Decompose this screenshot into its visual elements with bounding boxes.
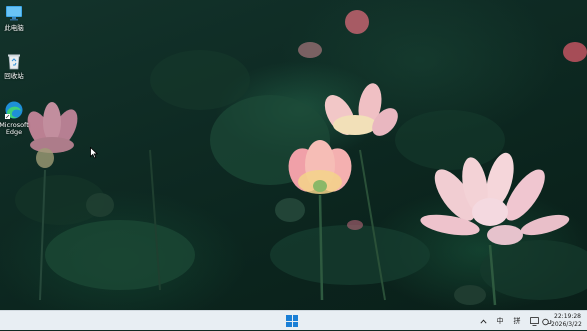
input-mode-indicator[interactable]: 中 — [492, 316, 508, 326]
recycle-bin-icon — [4, 51, 24, 71]
taskbar: 中 拼 22:19:28 2026/3/22 — [0, 310, 587, 330]
clock[interactable]: 22:19:28 2026/3/22 — [551, 313, 582, 329]
edge-icon — [4, 100, 24, 120]
show-hidden-icons-chevron-icon[interactable] — [478, 319, 488, 324]
desktop-icon-label: 回收站 — [4, 72, 24, 80]
ime-indicator[interactable]: 拼 — [510, 316, 524, 326]
clock-date: 2026/3/22 — [551, 321, 582, 328]
lotus-wallpaper-art — [15, 10, 587, 306]
windows-logo-icon — [286, 315, 292, 321]
system-tray: 中 拼 — [478, 311, 553, 331]
notification-panel-icon[interactable] — [528, 316, 540, 326]
desktop-icon-label: 此电脑 — [4, 24, 24, 32]
start-button[interactable] — [286, 315, 298, 327]
desktop-icon-this-pc[interactable]: 此电脑 — [0, 3, 31, 32]
desktop-icon-recycle-bin[interactable]: 回收站 — [0, 51, 31, 80]
desktop-icon-label: Microsoft Edge — [0, 121, 29, 136]
clock-time: 22:19:28 — [554, 313, 581, 320]
desktop-icon-edge[interactable]: Microsoft Edge — [0, 100, 31, 136]
computer-icon — [4, 3, 24, 23]
mouse-cursor-icon — [90, 147, 98, 159]
